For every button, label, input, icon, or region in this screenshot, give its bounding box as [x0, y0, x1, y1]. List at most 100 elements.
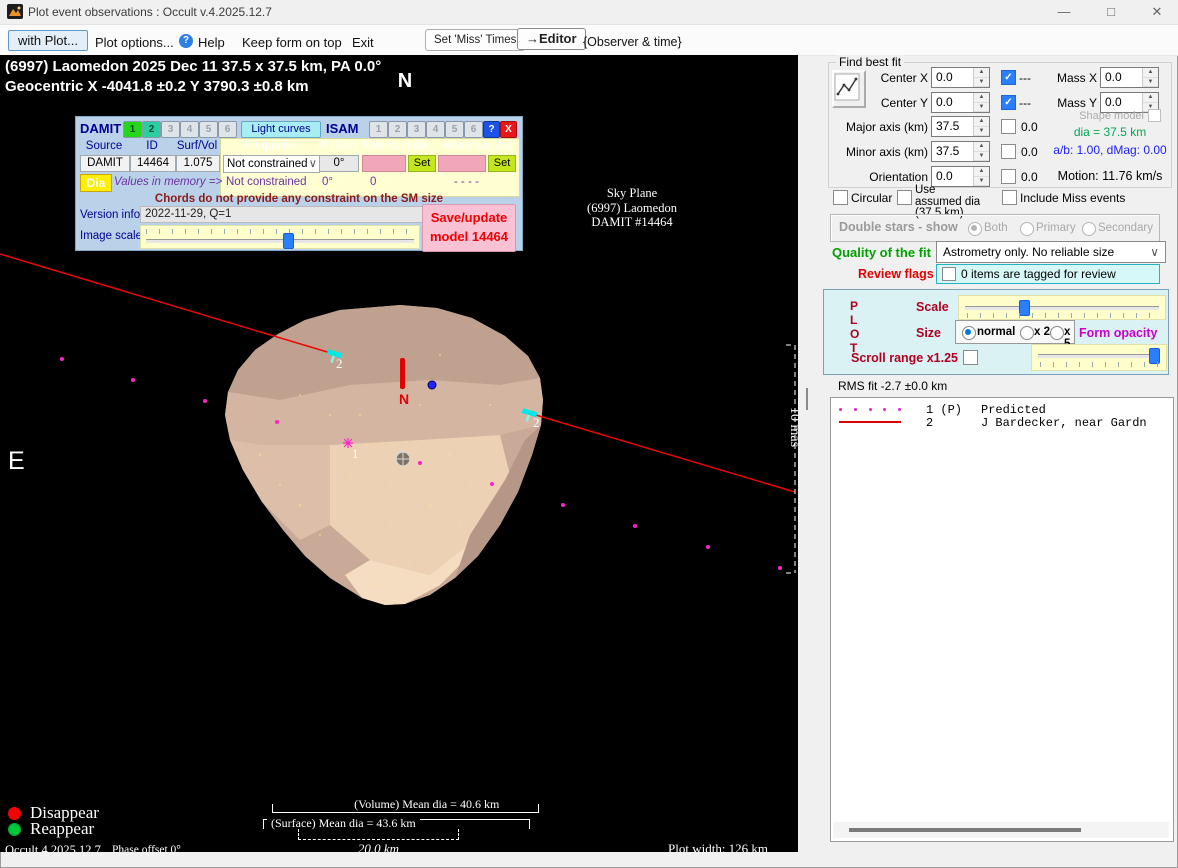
observation-row-id[interactable]: 1 (P): [926, 403, 962, 417]
mass-x-spinner[interactable]: 0.0 ▲▼: [1100, 67, 1159, 88]
isam-model-5-button[interactable]: 5: [445, 121, 464, 138]
maximize-button[interactable]: □: [1094, 2, 1128, 22]
mass-x-arrows[interactable]: ▲▼: [1142, 68, 1158, 87]
minor-axis-spinner[interactable]: 37.5 ▲▼: [931, 141, 990, 162]
ph-corr-value[interactable]: 0°: [319, 155, 359, 172]
review-flags-box: 0 items are tagged for review: [936, 264, 1160, 284]
form-opacity-slider[interactable]: [1031, 344, 1167, 371]
splitter-handle[interactable]: [806, 388, 808, 410]
damit-model-5-button[interactable]: 5: [199, 121, 218, 138]
isam-model-1-button[interactable]: 1: [369, 121, 388, 138]
orientation-value[interactable]: 0.0: [932, 167, 973, 186]
isam-model-6-button[interactable]: 6: [464, 121, 483, 138]
panel-close-button[interactable]: X: [500, 121, 517, 138]
observation-row-name[interactable]: Predicted: [981, 403, 1046, 417]
menu-help[interactable]: Help: [198, 35, 225, 50]
major-axis-arrows[interactable]: ▲▼: [973, 117, 989, 136]
close-button[interactable]: ✕: [1140, 2, 1174, 22]
toolbar: with Plot... Plot options... ? Help Keep…: [0, 25, 1178, 56]
minor-axis-value[interactable]: 37.5: [932, 142, 973, 161]
major-axis-value[interactable]: 37.5: [932, 117, 973, 136]
size-normal-radio[interactable]: [962, 326, 976, 340]
isam-model-3-button[interactable]: 3: [407, 121, 426, 138]
menu-keep-form-on-top[interactable]: Keep form on top: [242, 35, 342, 50]
include-miss-checkbox[interactable]: [1002, 190, 1017, 205]
menu-exit[interactable]: Exit: [352, 35, 374, 50]
max-dia-set-button[interactable]: Set: [488, 155, 516, 172]
size-x2-radio[interactable]: [1020, 326, 1034, 340]
sky-plane-plot[interactable]: (6997) Laomedon 2025 Dec 11 37.5 x 37.5 …: [0, 55, 798, 852]
isam-model-4-button[interactable]: 4: [426, 121, 445, 138]
min-dia-set-button[interactable]: Set: [408, 155, 436, 172]
center-y-spinner[interactable]: 0.0 ▲▼: [931, 92, 990, 113]
minor-axis-checkbox[interactable]: [1001, 144, 1016, 159]
minor-axis-label: Minor axis (km): [845, 145, 928, 159]
damit-model-2-button[interactable]: 2: [142, 121, 161, 138]
orientation-arrows[interactable]: ▲▼: [973, 167, 989, 186]
double-primary-radio[interactable]: [1020, 222, 1034, 236]
chevron-down-icon: ∨: [309, 156, 317, 172]
observation-row-id[interactable]: 2: [926, 416, 933, 430]
center-y-value[interactable]: 0.0: [932, 93, 973, 112]
mass-x-value[interactable]: 0.0: [1101, 68, 1142, 87]
double-secondary-radio[interactable]: [1082, 222, 1096, 236]
light-curves-button[interactable]: Light curves: [241, 121, 321, 138]
isam-model-2-button[interactable]: 2: [388, 121, 407, 138]
center-x-arrows[interactable]: ▲▼: [973, 68, 989, 87]
damit-model-6-button[interactable]: 6: [218, 121, 237, 138]
listbox-hscrollbar[interactable]: [833, 822, 1169, 838]
menu-with-plot[interactable]: with Plot...: [8, 30, 88, 51]
scroll-range-checkbox[interactable]: [963, 350, 978, 365]
major-axis-checkbox[interactable]: [1001, 119, 1016, 134]
memory-min: 0: [370, 176, 376, 188]
image-scale-slider[interactable]: [140, 225, 420, 249]
minimize-button[interactable]: —: [1047, 2, 1081, 22]
minor-axis-arrows[interactable]: ▲▼: [973, 142, 989, 161]
major-axis-spinner[interactable]: 37.5 ▲▼: [931, 116, 990, 137]
scale-bar-label: 20.0 km: [354, 841, 403, 852]
max-dia-input[interactable]: [438, 155, 486, 172]
shape-model-label: Shape model: [1060, 110, 1144, 122]
center-y-checkbox[interactable]: ✓: [1001, 95, 1016, 110]
damit-model-3-button[interactable]: 3: [161, 121, 180, 138]
damit-model-1-button[interactable]: 1: [123, 121, 142, 138]
dia-button[interactable]: Dia: [80, 174, 112, 192]
damit-model-4-button[interactable]: 4: [180, 121, 199, 138]
center-y-arrows[interactable]: ▲▼: [973, 93, 989, 112]
center-x-checkbox[interactable]: ✓: [1001, 70, 1016, 85]
orientation-spinner[interactable]: 0.0 ▲▼: [931, 166, 990, 187]
col-source: Source: [80, 140, 128, 152]
observation-row-name[interactable]: J Bardecker, near Gardn: [981, 416, 1147, 430]
panel-help-button[interactable]: ?: [483, 121, 500, 138]
review-flags-checkbox[interactable]: [942, 267, 956, 281]
scale-slider[interactable]: [958, 295, 1166, 320]
circular-checkbox[interactable]: [833, 190, 848, 205]
size-label: Size: [916, 326, 941, 340]
quality-dropdown[interactable]: Astrometry only. No reliable size ∨: [936, 241, 1166, 263]
shape-model-checkbox[interactable]: [1148, 109, 1161, 122]
ab-dmag-readout: a/b: 1.00, dMag: 0.00: [1046, 143, 1174, 157]
size-x5-radio[interactable]: [1050, 326, 1064, 340]
assumed-dia-checkbox[interactable]: [897, 190, 912, 205]
center-x-value[interactable]: 0.0: [932, 68, 973, 87]
asteroid-shape: [225, 305, 543, 605]
image-scale-slider-thumb[interactable]: [283, 233, 294, 249]
listbox-hscrollbar-thumb[interactable]: [849, 828, 1081, 832]
memory-ph: 0°: [322, 176, 333, 188]
editor-button[interactable]: →Editor: [517, 28, 586, 50]
observer-time-label: {Observer & time}: [583, 35, 682, 49]
surfvol-value: 1.075: [176, 155, 220, 172]
center-x-spinner[interactable]: 0.0 ▲▼: [931, 67, 990, 88]
memory-max: - - - -: [454, 176, 479, 188]
chord-1-line-sample: [839, 408, 901, 411]
observations-listbox[interactable]: 1 (P) Predicted 2 J Bardecker, near Gard…: [830, 397, 1174, 842]
menu-plot-options[interactable]: Plot options...: [95, 35, 174, 50]
double-both-radio[interactable]: [968, 222, 982, 236]
save-update-model-button[interactable]: Save/update model 14464: [422, 204, 516, 252]
mass-center-dot: [428, 381, 436, 389]
set-miss-times-button[interactable]: Set 'Miss' Times: [425, 29, 525, 51]
min-dia-input[interactable]: [362, 155, 406, 172]
orientation-checkbox[interactable]: [1001, 169, 1016, 184]
orientation-zero: 0.0: [1021, 170, 1038, 184]
fit-quality-dropdown[interactable]: Not constrained ∨: [223, 155, 320, 173]
